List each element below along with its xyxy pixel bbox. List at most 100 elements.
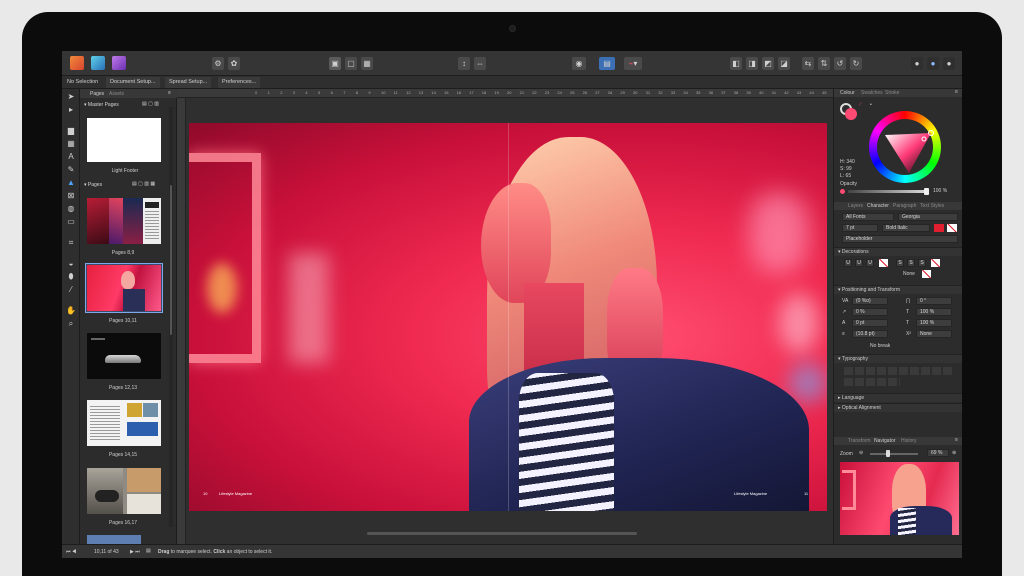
tracking-field[interactable]: (0 %o) [852,297,888,305]
arrange-icon[interactable]: ↕ [458,57,470,70]
ellipse-frame-tool-icon[interactable]: ◍ [65,204,77,214]
zoom-in-icon[interactable]: ⊕ [952,450,956,456]
zoom-value-field[interactable]: 69 % [927,449,949,457]
tab-assets[interactable]: Assets [109,91,124,97]
document-setup-button[interactable]: Document Setup... [106,77,160,88]
preferences-button[interactable]: Preferences... [218,77,261,88]
node-tool-icon[interactable]: ▸ [65,105,77,115]
share-icon[interactable]: ✿ [228,57,240,70]
place-image-tool-icon[interactable]: ▭ [65,217,77,227]
vertical-ruler[interactable] [177,98,186,544]
fill-tool-icon[interactable]: ◒ [65,259,77,269]
fill-swatch[interactable] [845,108,857,120]
strikethrough-style-button[interactable]: S [918,259,926,267]
flip-v-icon[interactable]: ⇅ [818,57,830,70]
align-icon[interactable]: ⇔ [474,57,486,70]
rotate-cw-icon[interactable]: ↻ [850,57,862,70]
panel-menu-icon[interactable]: ≡ [955,437,958,443]
page-menu-icon[interactable]: ▤ [146,548,151,554]
page-thumbnail[interactable] [87,265,161,311]
none-colour-swatch[interactable] [922,270,931,278]
font-collection-select[interactable]: All Fonts [842,213,894,221]
view-mode-icon[interactable]: ▣ [329,57,341,70]
text-fill-swatch[interactable] [934,224,944,232]
page-indicator[interactable]: 10,11 of 43 [94,549,119,555]
zoom-slider-thumb[interactable] [886,450,890,457]
shear-field[interactable]: 0 % [852,308,888,316]
table-tool-icon[interactable]: ▦ [65,139,77,149]
double-underline-button[interactable]: U [855,259,863,267]
tab-stroke[interactable]: Stroke [885,90,899,96]
tab-text-styles[interactable]: Text Styles [920,203,944,209]
pin-icon[interactable]: • [870,102,872,108]
vertical-scale-field[interactable]: 100 % [916,308,952,316]
double-strikethrough-button[interactable]: S [907,259,915,267]
frame-text-tool-icon[interactable]: ▆ [65,126,77,136]
baseline-field[interactable]: 0 pt [852,319,888,327]
eye-icon[interactable]: ◉ [572,57,586,70]
preview-icon[interactable]: ▢ [345,57,357,70]
text-stroke-swatch[interactable] [947,224,957,232]
underline-colour-swatch[interactable] [879,259,888,267]
strikethrough-button[interactable]: S [896,259,904,267]
zoom-slider[interactable] [870,453,918,455]
crop-tool-icon[interactable]: ⌗ [65,238,77,248]
typography-button-row[interactable] [844,367,954,375]
positioning-header[interactable]: ▾ Positioning and Transform [834,285,962,294]
studio-link-icon[interactable]: ● [927,57,939,70]
boolean-xor-icon[interactable]: ◪ [778,57,790,70]
picture-frame-tool-icon[interactable]: ⊠ [65,191,77,201]
spread-setup-button[interactable]: Spread Setup... [165,77,212,88]
horizontal-scale-field[interactable]: 100 % [916,319,952,327]
page-thumbnail[interactable] [87,333,161,379]
horizontal-scrollbar[interactable] [367,532,637,535]
zoom-out-icon[interactable]: ⊖ [859,450,863,456]
font-family-select[interactable]: Georgia [898,213,958,221]
leading-field[interactable]: (10.8 pt) [852,330,888,338]
decorations-header[interactable]: ▾ Decorations [834,247,962,256]
boolean-intersect-icon[interactable]: ◩ [762,57,774,70]
page-thumbnail[interactable] [87,400,161,446]
master-thumbnail[interactable] [87,118,161,162]
underline-style-button[interactable]: U [866,259,874,267]
next-page-icon[interactable]: ▶ ⏭ [130,549,140,555]
navigator-preview[interactable] [840,462,959,535]
page-spread[interactable]: 10 Lifestyle Magazine Lifestyle Magazine… [189,123,827,511]
typography-button-row-2[interactable] [844,378,900,386]
pages-header[interactable]: ▾ Pages [84,182,102,188]
font-size-field[interactable]: 7 pt [842,224,878,232]
boolean-subtract-icon[interactable]: ◨ [746,57,758,70]
shape-tool-icon[interactable]: ▲ [65,178,77,188]
pages-scrollbar-thumb[interactable] [170,185,172,335]
opacity-slider-thumb[interactable] [924,188,929,195]
pen-tool-icon[interactable]: ✎ [65,165,77,175]
preferences-icon[interactable]: ● [943,57,955,70]
bleed-icon[interactable]: ▦ [361,57,373,70]
color-picker-tool-icon[interactable]: ⁄ [65,285,77,295]
flip-h-icon[interactable]: ⇆ [802,57,814,70]
page-actions[interactable]: ▤ ▢ ▥ ▦ [132,181,155,187]
rotate-ccw-icon[interactable]: ↺ [834,57,846,70]
page-thumbnail[interactable] [87,468,161,514]
hand-tool-icon[interactable]: ✋ [65,306,77,316]
rotation-field[interactable]: 0 ° [916,297,952,305]
master-pages-header[interactable]: ▾ Master Pages [84,102,119,108]
tab-navigator[interactable]: Navigator [874,438,895,444]
master-page-actions[interactable]: ▤ ▢ ▥ [142,101,159,107]
photo-persona-icon[interactable] [112,56,126,70]
underline-button[interactable]: U [844,259,852,267]
transparency-tool-icon[interactable]: ⬮ [65,272,77,282]
assistant-icon[interactable]: ● [911,57,923,70]
artistic-text-tool-icon[interactable]: A [65,152,77,162]
tab-pages[interactable]: Pages [90,91,104,97]
typography-header[interactable]: ▾ Typography [834,354,962,363]
tab-transform[interactable]: Transform [848,438,871,444]
publisher-persona-icon[interactable] [70,56,84,70]
panel-menu-icon[interactable]: ≡ [168,90,171,96]
tab-character[interactable]: Character [867,203,889,209]
sup-sub-select[interactable]: None [916,330,952,338]
first-page-icon[interactable]: ⏮ ◀ [66,549,76,555]
language-header[interactable]: ▸ Language [834,393,962,402]
strike-colour-swatch[interactable] [931,259,940,267]
boolean-add-icon[interactable]: ◧ [730,57,742,70]
